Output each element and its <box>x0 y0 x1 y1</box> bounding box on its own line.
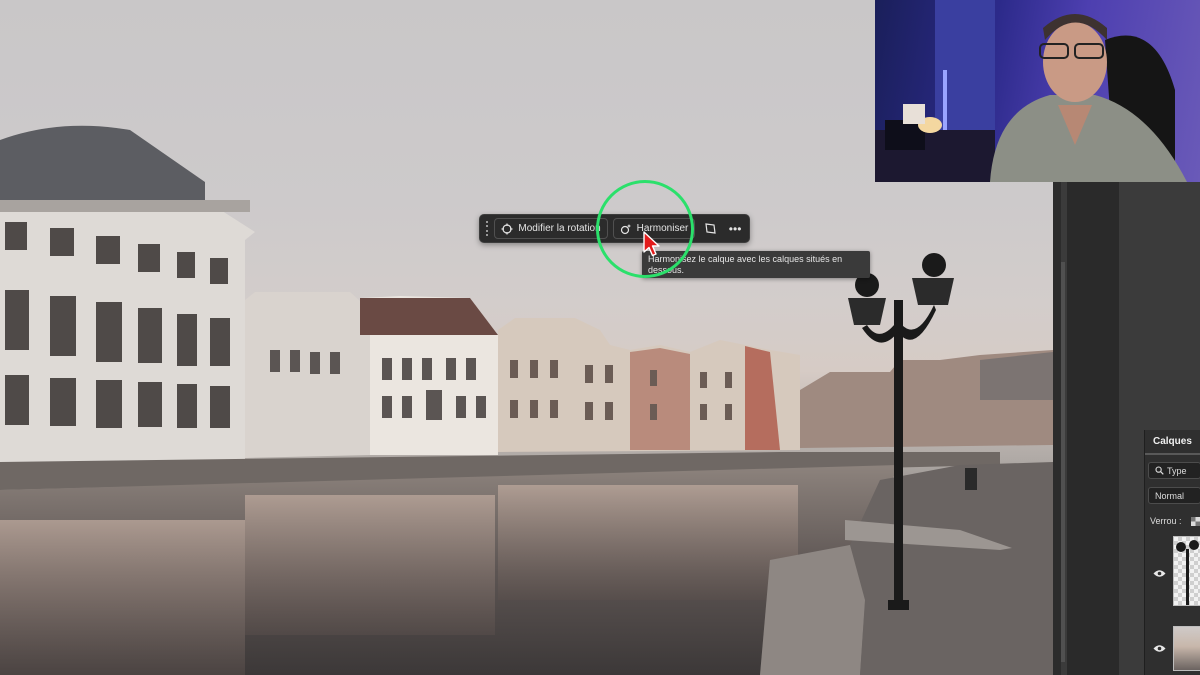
arrow-cursor-icon <box>643 231 660 257</box>
layers-tab[interactable]: Calques <box>1153 436 1192 447</box>
contextual-taskbar: Modifier la rotation Harmoniser ••• <box>479 214 750 243</box>
webcam-overlay <box>875 0 1200 182</box>
rotate-button[interactable]: Modifier la rotation <box>494 218 608 239</box>
eye-icon[interactable] <box>1153 569 1166 578</box>
more-icon: ••• <box>728 221 742 236</box>
blend-mode-value: Normal <box>1155 490 1185 501</box>
blend-mode-select[interactable]: Normal <box>1148 487 1200 504</box>
panel-separator <box>1053 182 1061 675</box>
scrollbar-thumb[interactable] <box>1061 262 1065 662</box>
harmonize-icon <box>620 223 631 234</box>
presenter-video <box>875 0 1187 182</box>
grip-icon[interactable] <box>484 220 489 237</box>
crop-button[interactable] <box>700 218 720 239</box>
rotate-label: Modifier la rotation <box>518 223 601 234</box>
layer-thumbnail-background[interactable] <box>1173 626 1200 671</box>
rotate-icon <box>501 223 513 234</box>
transparency-icon[interactable] <box>1191 517 1200 526</box>
harmonize-tooltip: Harmonisez le calque avec les calques si… <box>642 251 870 278</box>
layer-filter-field[interactable]: Type <box>1148 462 1200 479</box>
crop-icon <box>705 223 716 234</box>
eye-icon[interactable] <box>1153 644 1166 653</box>
lock-label: Verrou : <box>1150 516 1182 526</box>
layer-filter-label: Type <box>1167 465 1187 476</box>
layer-thumbnail-lamp[interactable] <box>1173 536 1200 606</box>
layers-panel: Calques Type Normal Verrou : <box>1144 430 1200 675</box>
tab-underline <box>1145 453 1200 455</box>
more-button[interactable]: ••• <box>725 218 745 239</box>
search-icon <box>1155 466 1164 475</box>
lamp-thumbnail-image <box>1176 540 1199 605</box>
properties-column <box>1067 182 1119 675</box>
